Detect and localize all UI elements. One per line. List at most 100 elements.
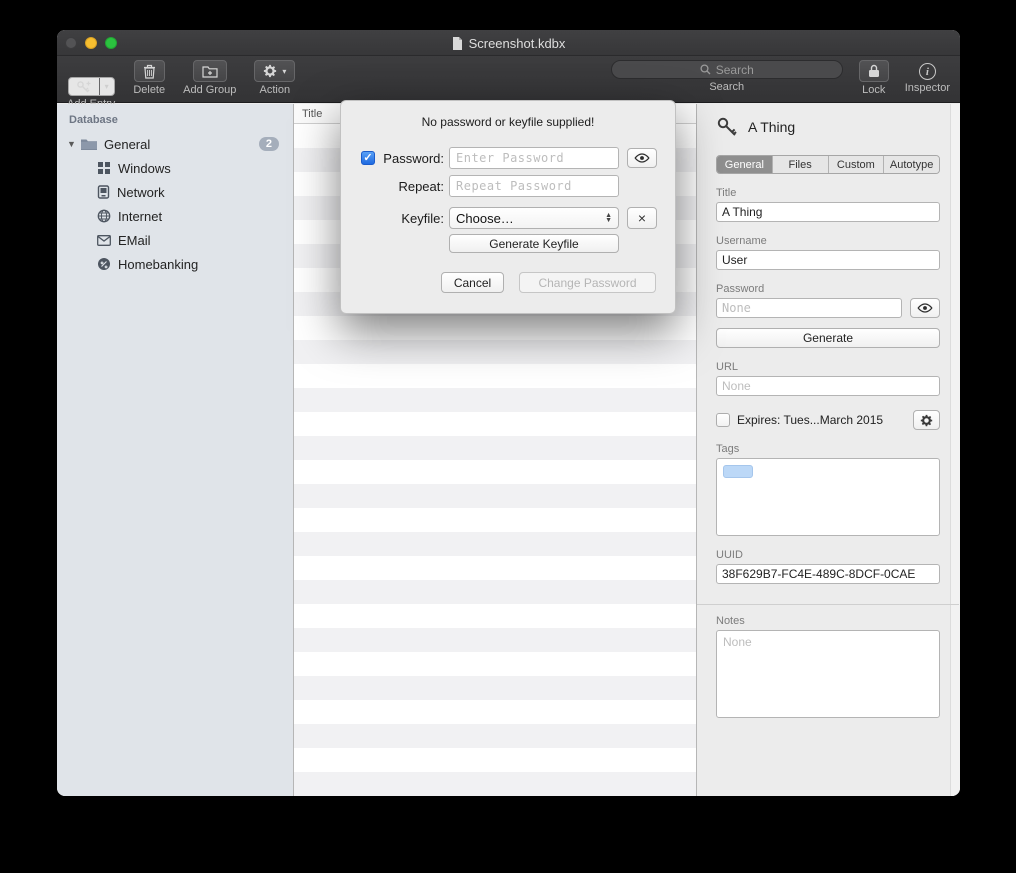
window-title: Screenshot.kdbx: [469, 36, 566, 51]
inspector-icon[interactable]: i: [919, 63, 936, 80]
sidebar-item-windows[interactable]: Windows: [57, 156, 293, 180]
cancel-button[interactable]: Cancel: [441, 272, 504, 293]
dialog-keyfile-label: Keyfile:: [377, 211, 444, 226]
action-button[interactable]: ▾: [254, 60, 295, 82]
inspector-content: A Thing General Files Custom Autotype Ti…: [716, 104, 940, 718]
search-icon: [700, 64, 711, 75]
coin-icon: [97, 257, 111, 271]
toolbar-item-action: ▾ Action: [254, 60, 295, 96]
titlebar[interactable]: Screenshot.kdbx: [57, 30, 960, 56]
eye-icon: [917, 303, 933, 313]
inspector-scrollbar[interactable]: [950, 104, 960, 796]
sidebar-item-internet[interactable]: Internet: [57, 204, 293, 228]
dialog-show-password-button[interactable]: [627, 148, 657, 168]
expires-label: Expires: Tues...March 2015: [737, 413, 883, 427]
tags-field[interactable]: [716, 458, 940, 536]
folder-plus-icon: [202, 65, 218, 78]
toolbar-item-add-entry: ▾ Add Entry: [67, 60, 115, 110]
sidebar-item-network[interactable]: Network: [57, 180, 293, 204]
search-input[interactable]: Search: [611, 60, 843, 79]
sidebar-item-label: Network: [117, 185, 165, 200]
generate-password-button[interactable]: Generate: [716, 328, 940, 348]
title-field-label: Title: [716, 187, 940, 199]
tab-autotype[interactable]: Autotype: [884, 156, 939, 173]
dialog-repeat-input[interactable]: [449, 175, 619, 197]
sidebar-item-label: Windows: [118, 161, 171, 176]
expires-checkbox[interactable]: [716, 413, 730, 427]
envelope-icon: [97, 235, 111, 246]
inspector-divider: [697, 604, 959, 605]
dialog-password-label: Password:: [377, 151, 444, 166]
column-title[interactable]: Title: [302, 108, 322, 120]
toolbar-item-delete: Delete: [133, 60, 165, 96]
lock-icon: [868, 64, 880, 78]
uuid-label: UUID: [716, 549, 940, 561]
folder-icon: [81, 138, 97, 150]
tab-general[interactable]: General: [717, 156, 773, 173]
notes-placeholder: None: [723, 635, 752, 649]
dialog-repeat-label: Repeat:: [377, 179, 444, 194]
password-checkbox[interactable]: ✓: [361, 151, 375, 165]
disclosure-triangle-icon[interactable]: ▼: [67, 139, 81, 149]
app-window: Screenshot.kdbx ▾ Add Entry: [57, 30, 960, 796]
keyfile-selected-value: Choose…: [456, 211, 514, 226]
add-entry-button[interactable]: ▾: [68, 77, 115, 96]
inspector-tabs: General Files Custom Autotype: [716, 155, 940, 174]
title-field[interactable]: [716, 202, 940, 222]
eye-icon: [634, 153, 650, 163]
password-row: [716, 298, 940, 318]
tags-label: Tags: [716, 443, 940, 455]
sidebar-item-homebanking[interactable]: Homebanking: [57, 252, 293, 276]
search-label: Search: [709, 81, 744, 93]
desktop: Screenshot.kdbx ▾ Add Entry: [0, 0, 1016, 873]
generate-keyfile-button[interactable]: Generate Keyfile: [449, 234, 619, 253]
username-field[interactable]: [716, 250, 940, 270]
delete-button[interactable]: [134, 60, 165, 82]
change-password-button[interactable]: Change Password: [519, 272, 656, 293]
globe-icon: [97, 209, 111, 223]
toolbar: ▾ Add Entry Delete Add Group: [57, 56, 960, 103]
gear-icon: [920, 414, 933, 427]
show-password-button[interactable]: [910, 298, 940, 318]
sidebar-item-label: EMail: [118, 233, 151, 248]
expires-date-button[interactable]: [913, 410, 940, 430]
tab-custom[interactable]: Custom: [829, 156, 885, 173]
add-group-button[interactable]: [193, 60, 227, 82]
username-field-label: Username: [716, 235, 940, 247]
url-field-label: URL: [716, 361, 940, 373]
password-field[interactable]: [716, 298, 902, 318]
url-field[interactable]: [716, 376, 940, 396]
windows-icon: [97, 161, 111, 175]
trash-icon: [143, 64, 156, 79]
window-title-area: Screenshot.kdbx: [57, 30, 960, 56]
entry-title: A Thing: [748, 119, 795, 135]
keyfile-clear-button[interactable]: ×: [627, 207, 657, 229]
tab-files[interactable]: Files: [773, 156, 829, 173]
change-password-dialog: No password or keyfile supplied! ✓ Passw…: [340, 100, 676, 314]
password-field-label: Password: [716, 283, 940, 295]
add-entry-dropdown-arrow[interactable]: ▾: [99, 78, 114, 95]
lock-button[interactable]: [859, 60, 889, 82]
key-icon: [716, 116, 738, 138]
toolbar-right-group: Search Search Lock i Inspector: [611, 60, 950, 96]
inspector-label: Inspector: [905, 82, 950, 94]
sidebar-item-email[interactable]: EMail: [57, 228, 293, 252]
inspector-panel: A Thing General Files Custom Autotype Ti…: [696, 104, 960, 796]
add-group-label: Add Group: [183, 84, 236, 96]
document-icon: [452, 37, 463, 50]
notes-field[interactable]: None: [716, 630, 940, 718]
tag-chip[interactable]: [723, 465, 753, 478]
sidebar-section-header: Database: [57, 104, 293, 132]
sidebar-item-label: Homebanking: [118, 257, 198, 272]
dialog-message: No password or keyfile supplied!: [341, 115, 675, 129]
sidebar-group-general[interactable]: ▼ General 2: [57, 132, 293, 156]
delete-label: Delete: [133, 84, 165, 96]
entry-count-badge: 2: [259, 137, 279, 151]
keyfile-popup[interactable]: Choose… ▲▼: [449, 207, 619, 229]
dialog-password-input[interactable]: [449, 147, 619, 169]
uuid-field[interactable]: [716, 564, 940, 584]
popup-stepper-icon: ▲▼: [605, 213, 612, 223]
entry-header: A Thing: [716, 116, 940, 138]
expires-row: Expires: Tues...March 2015: [716, 410, 940, 430]
action-label: Action: [260, 84, 291, 96]
